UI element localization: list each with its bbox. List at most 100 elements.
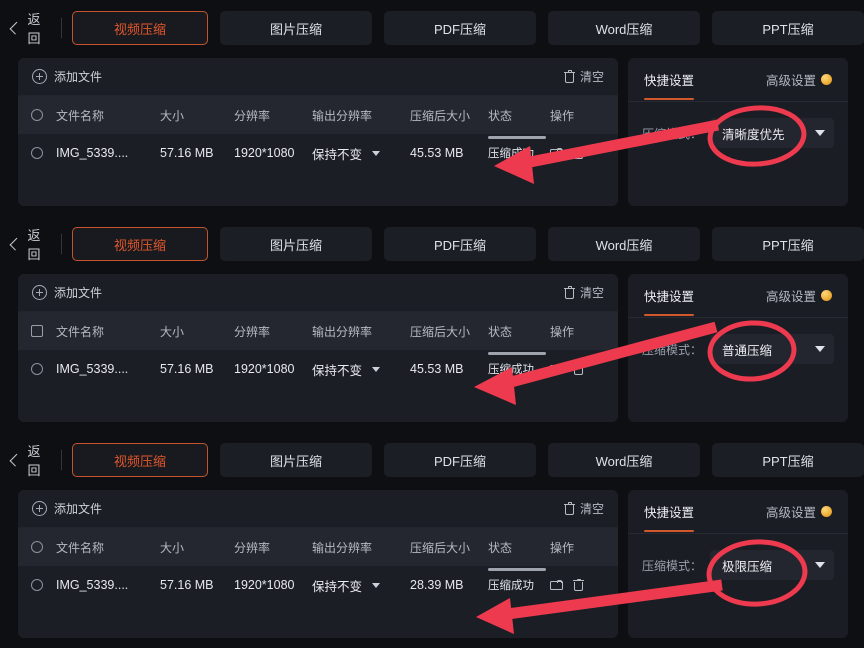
cell-output-resolution-select[interactable]: 保持不变	[312, 144, 410, 163]
cell-output-resolution-select[interactable]: 保持不变	[312, 360, 410, 379]
top-navbar: 返回 视频压缩 图片压缩 PDF压缩 Word压缩 PPT压缩	[0, 440, 864, 480]
column-header-status: 状态	[488, 540, 513, 555]
cell-compressed-size: 28.39 MB	[410, 578, 464, 592]
compression-mode-dropdown[interactable]: 清晰度优先	[710, 118, 834, 148]
folder-icon[interactable]	[550, 579, 563, 591]
add-file-button[interactable]: 添加文件	[32, 500, 102, 517]
column-header-output-resolution: 输出分辨率	[312, 324, 373, 339]
app-section-normal-compression: 返回 视频压缩 图片压缩 PDF压缩 Word压缩 PPT压缩 添加文件 清空 …	[0, 216, 864, 432]
file-table: 文件名称 大小 分辨率 输出分辨率 压缩后大小 状态 操作 IMG_5339..…	[18, 528, 618, 604]
add-file-label: 添加文件	[54, 286, 103, 300]
select-all-checkbox[interactable]	[18, 325, 56, 337]
trash-icon[interactable]	[573, 578, 584, 592]
table-row[interactable]: IMG_5339.... 57.16 MB 1920*1080 保持不变 28.…	[18, 566, 618, 604]
file-list-toolbar: 添加文件 清空	[18, 274, 618, 312]
tab-word-compress[interactable]: Word压缩	[548, 227, 700, 261]
back-button[interactable]: 返回	[0, 8, 47, 48]
tab-word-compress[interactable]: Word压缩	[548, 11, 700, 45]
chevron-left-icon	[9, 21, 22, 35]
tab-pdf-compress[interactable]: PDF压缩	[384, 227, 536, 261]
tab-pdf-compress[interactable]: PDF压缩	[384, 11, 536, 45]
chevron-left-icon	[9, 237, 22, 251]
tab-video-compress[interactable]: 视频压缩	[72, 227, 208, 261]
nav-divider	[61, 18, 62, 38]
clear-list-button[interactable]: 清空	[563, 500, 604, 517]
add-file-label: 添加文件	[54, 502, 103, 516]
settings-card: 快捷设置 高级设置 压缩模式： 极限压缩	[628, 490, 848, 638]
tab-ppt-compress[interactable]: PPT压缩	[712, 11, 864, 45]
row-select-checkbox[interactable]	[18, 363, 56, 375]
column-header-size: 大小	[160, 108, 185, 123]
status-text: 压缩成功	[488, 580, 534, 592]
cell-operations	[550, 146, 618, 160]
nav-tabs: 视频压缩 图片压缩 PDF压缩 Word压缩 PPT压缩	[72, 443, 864, 477]
tab-quick-settings[interactable]: 快捷设置	[644, 286, 695, 316]
tab-image-compress[interactable]: 图片压缩	[220, 11, 372, 45]
table-row[interactable]: IMG_5339.... 57.16 MB 1920*1080 保持不变 45.…	[18, 350, 618, 388]
table-header-row: 文件名称 大小 分辨率 输出分辨率 压缩后大小 状态 操作	[18, 96, 618, 134]
tab-image-compress[interactable]: 图片压缩	[220, 443, 372, 477]
tab-quick-settings[interactable]: 快捷设置	[644, 502, 695, 532]
chevron-down-icon	[372, 150, 381, 156]
clear-list-button[interactable]: 清空	[563, 68, 604, 85]
back-button[interactable]: 返回	[0, 440, 47, 480]
back-button[interactable]: 返回	[0, 224, 47, 264]
chevron-down-icon	[815, 346, 825, 352]
compression-mode-label: 压缩模式：	[642, 558, 703, 573]
add-file-button[interactable]: 添加文件	[32, 284, 102, 301]
add-file-button[interactable]: 添加文件	[32, 68, 102, 85]
tab-word-compress[interactable]: Word压缩	[548, 443, 700, 477]
chevron-down-icon	[815, 130, 825, 136]
cell-status: 压缩成功	[488, 352, 550, 377]
compression-mode-dropdown[interactable]: 普通压缩	[710, 334, 834, 364]
radio-unchecked-icon	[31, 579, 43, 591]
column-header-compressed-size: 压缩后大小	[410, 540, 471, 555]
tab-quick-settings[interactable]: 快捷设置	[644, 70, 695, 100]
select-all-checkbox[interactable]	[18, 541, 56, 553]
clear-list-button[interactable]: 清空	[563, 284, 604, 301]
cell-size: 57.16 MB	[160, 578, 214, 592]
tab-advanced-settings[interactable]: 高级设置	[766, 286, 832, 305]
trash-icon	[563, 286, 575, 299]
column-header-operations: 操作	[550, 540, 575, 555]
tab-pdf-compress[interactable]: PDF压缩	[384, 443, 536, 477]
tab-ppt-compress[interactable]: PPT压缩	[712, 443, 864, 477]
row-select-checkbox[interactable]	[18, 147, 56, 159]
trash-icon[interactable]	[573, 362, 584, 376]
nav-divider	[61, 234, 62, 254]
table-header-row: 文件名称 大小 分辨率 输出分辨率 压缩后大小 状态 操作	[18, 312, 618, 350]
plus-circle-icon	[32, 501, 47, 516]
compression-mode-dropdown[interactable]: 极限压缩	[710, 550, 834, 580]
column-header-operations: 操作	[550, 108, 575, 123]
clear-label: 清空	[579, 70, 604, 84]
tab-image-compress[interactable]: 图片压缩	[220, 227, 372, 261]
radio-unchecked-icon	[31, 147, 43, 159]
cell-status: 压缩成功	[488, 568, 550, 593]
cell-filename: IMG_5339....	[56, 146, 129, 160]
tab-video-compress[interactable]: 视频压缩	[72, 11, 208, 45]
cell-status: 压缩成功	[488, 136, 550, 161]
tab-advanced-settings[interactable]: 高级设置	[766, 502, 832, 521]
tab-advanced-settings[interactable]: 高级设置	[766, 70, 832, 89]
tab-ppt-compress[interactable]: PPT压缩	[712, 227, 864, 261]
status-text: 压缩成功	[488, 364, 534, 376]
tab-advanced-settings-label: 高级设置	[765, 506, 816, 520]
column-header-operations: 操作	[550, 324, 575, 339]
back-label: 返回	[27, 228, 42, 262]
row-select-checkbox[interactable]	[18, 579, 56, 591]
folder-icon[interactable]	[550, 363, 563, 375]
radio-unchecked-icon	[31, 363, 43, 375]
compression-mode-label: 压缩模式：	[642, 126, 703, 141]
trash-icon	[563, 70, 575, 83]
cell-output-resolution-select[interactable]: 保持不变	[312, 576, 410, 595]
column-header-compressed-size: 压缩后大小	[410, 324, 471, 339]
column-header-status: 状态	[488, 108, 513, 123]
trash-icon	[563, 502, 575, 515]
select-all-checkbox[interactable]	[18, 109, 56, 121]
compression-mode-row: 压缩模式： 清晰度优先	[628, 102, 848, 148]
trash-icon[interactable]	[573, 146, 584, 160]
table-row[interactable]: IMG_5339.... 57.16 MB 1920*1080 保持不变 45.…	[18, 134, 618, 172]
tab-video-compress[interactable]: 视频压缩	[72, 443, 208, 477]
folder-icon[interactable]	[550, 147, 563, 159]
app-screenshot: 返回 视频压缩 图片压缩 PDF压缩 Word压缩 PPT压缩 添加文件 清空 …	[0, 0, 864, 648]
